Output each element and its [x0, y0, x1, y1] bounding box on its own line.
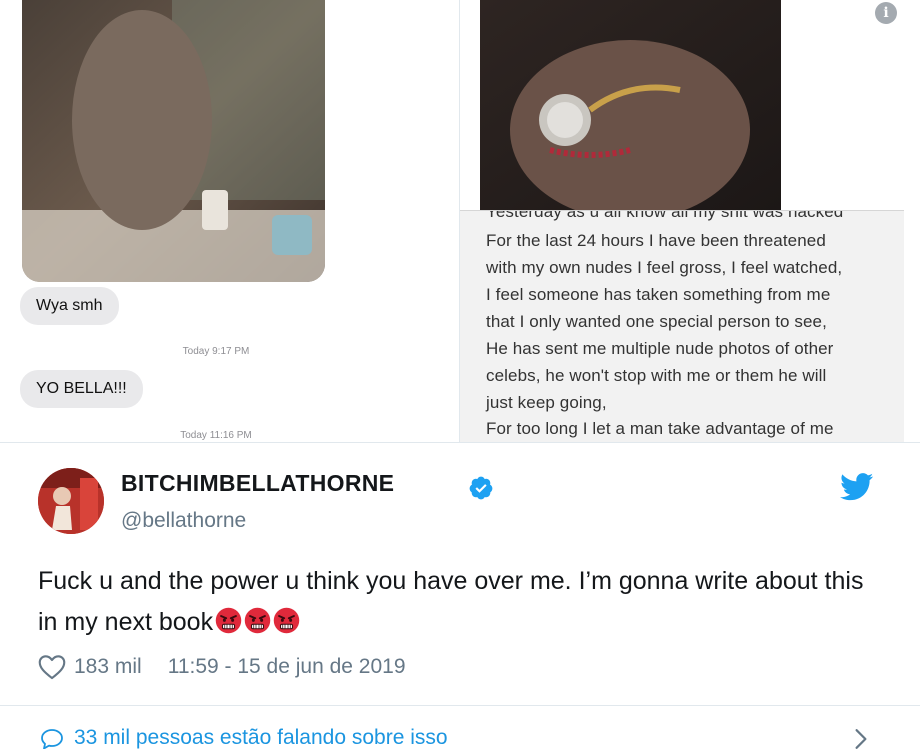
notes-line: Yesterday as u all know all my shit was … [486, 210, 844, 221]
verified-badge-icon [469, 476, 493, 500]
notes-screenshot: Yesterday as u all know all my shit was … [460, 210, 904, 442]
notes-line: He has sent me multiple nude photos of o… [486, 339, 834, 358]
twitter-bird-icon[interactable] [840, 473, 874, 501]
tweet-text: Fuck u and the power u think you have ov… [38, 561, 888, 643]
display-name[interactable]: BITCHIMBELLATHORNE [121, 470, 394, 497]
tweet-footer[interactable]: 33 mil pessoas estão falando sobre isso [0, 705, 920, 749]
avatar[interactable] [38, 468, 104, 534]
tweet-text-content: Fuck u and the power u think you have ov… [38, 567, 864, 636]
tweet-media-grid: Wya smh Today 9:17 PM YO BELLA!!! Today … [0, 0, 920, 442]
angry-face-emoji [244, 607, 271, 634]
media-left-messages[interactable]: Wya smh Today 9:17 PM YO BELLA!!! Today … [0, 0, 459, 442]
notes-line: celebs, he won't stop with me or them he… [486, 366, 827, 385]
media-right-notes[interactable]: i Yesterday as u all know all my shit wa… [460, 0, 920, 442]
like-count[interactable]: 183 mil [74, 655, 142, 679]
message-bubble: YO BELLA!!! [20, 370, 143, 408]
speech-bubble-icon [41, 729, 63, 749]
notes-line: with my own nudes I feel gross, I feel w… [486, 258, 843, 277]
chevron-right-icon[interactable] [853, 728, 869, 749]
angry-face-emoji [273, 607, 300, 634]
notes-line: just keep going, [486, 393, 607, 412]
conversation-link[interactable]: 33 mil pessoas estão falando sobre isso [74, 726, 448, 749]
angry-face-emoji [215, 607, 242, 634]
notes-line: I feel someone has taken something from … [486, 285, 831, 304]
tweet-meta: 183 mil 11:59 - 15 de jun de 2019 [38, 653, 406, 681]
message-timestamp: Today 11:16 PM [180, 430, 252, 441]
censored-photo-left [22, 0, 325, 282]
message-timestamp: Today 9:17 PM [182, 346, 250, 357]
censored-photo-right [480, 0, 781, 210]
info-icon[interactable]: i [875, 2, 897, 24]
notes-line: For the last 24 hours I have been threat… [486, 231, 826, 250]
tweet-card[interactable]: BITCHIMBELLATHORNE @bellathorne Fuck u a… [0, 442, 920, 749]
tweet-datetime[interactable]: 11:59 - 15 de jun de 2019 [168, 655, 406, 679]
message-bubble: Wya smh [20, 287, 119, 325]
user-handle[interactable]: @bellathorne [121, 509, 246, 533]
notes-line: that I only wanted one special person to… [486, 312, 827, 331]
heart-icon[interactable] [38, 654, 66, 680]
notes-line: For too long I let a man take advantage … [486, 419, 834, 438]
